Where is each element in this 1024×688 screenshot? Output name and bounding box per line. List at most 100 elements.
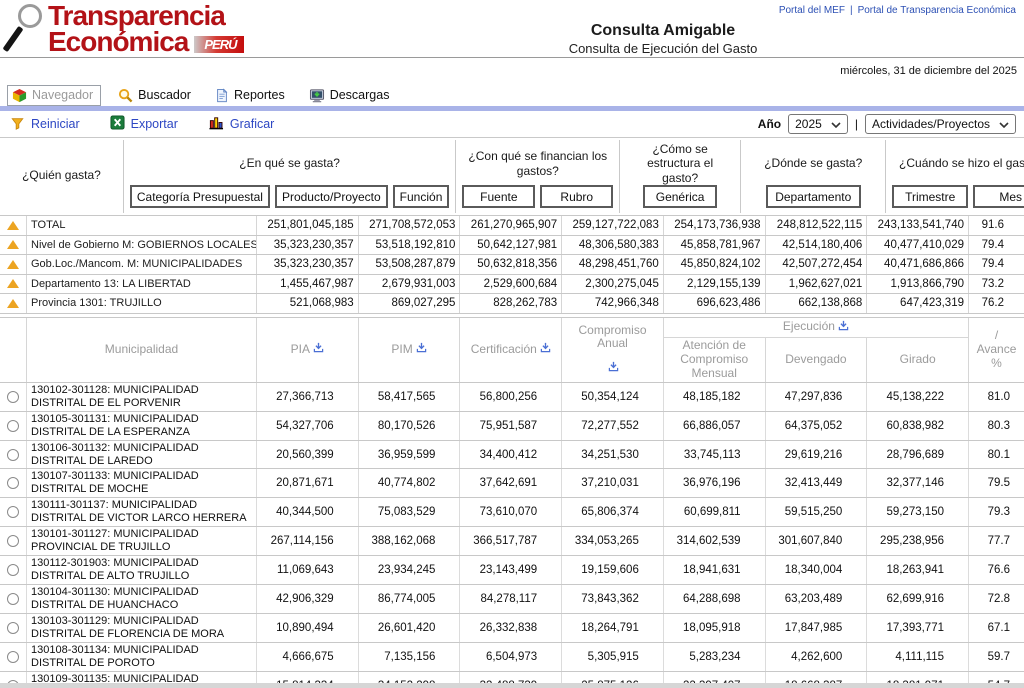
year-select[interactable]: 2025 <box>788 114 848 134</box>
tab-reportes[interactable]: Reportes <box>211 86 292 105</box>
municipality-name-cell: 130103-301129: MUNICIPALIDAD DISTRITAL D… <box>26 614 256 642</box>
col-ejecucion[interactable]: Ejecución <box>663 318 968 338</box>
gold-triangle-icon[interactable] <box>0 216 26 235</box>
summary-row: Nivel de Gobierno M: GOBIERNOS LOCALES 3… <box>0 236 1024 256</box>
col-municipalidad: Municipalidad <box>26 318 256 382</box>
summary-pim: 53,508,287,879 <box>358 255 460 274</box>
pia-value: 54,327,706 <box>256 412 358 440</box>
girado-value: 28,796,689 <box>866 441 968 469</box>
sort-download-icon[interactable] <box>835 320 849 335</box>
col-avance: / Avance % <box>968 318 1024 382</box>
funcion-button[interactable]: Función <box>393 185 450 208</box>
link-portal-mef[interactable]: Portal del MEF <box>779 5 845 16</box>
summary-compromiso-anual: 48,298,451,760 <box>561 255 663 274</box>
pim-value: 36,959,599 <box>358 441 460 469</box>
row-radio-button[interactable] <box>7 391 19 403</box>
graficar-button[interactable]: Graficar <box>208 115 274 133</box>
trimestre-button[interactable]: Trimestre <box>892 185 967 208</box>
col-certificacion[interactable]: Certificación <box>459 318 561 382</box>
sort-download-icon[interactable] <box>413 342 427 357</box>
row-radio-button[interactable] <box>7 593 19 605</box>
municipality-name: 130102-301128: MUNICIPALIDAD DISTRITAL D… <box>27 383 256 411</box>
row-radio-button[interactable] <box>7 622 19 634</box>
girado-value: 45,138,222 <box>866 383 968 411</box>
municipality-name-cell: 130102-301128: MUNICIPALIDAD DISTRITAL D… <box>26 383 256 411</box>
bottom-scrollbar-track[interactable] <box>0 683 1024 688</box>
summary-atencion: 254,173,736,938 <box>663 216 765 235</box>
row-radio-cell <box>0 556 26 584</box>
page-title: Consulta Amigable <box>498 22 828 40</box>
question-donde-gasta: ¿Dónde se gasta? <box>743 142 883 185</box>
link-portal-transparencia[interactable]: Portal de Transparencia Económica <box>858 5 1016 16</box>
row-radio-button[interactable] <box>7 535 19 547</box>
tab-buscador[interactable]: Buscador <box>114 86 198 105</box>
row-radio-cell <box>0 412 26 440</box>
fuente-button[interactable]: Fuente <box>462 185 535 208</box>
summary-avance: 91.6 <box>968 216 1024 235</box>
tab-descargas[interactable]: Descargas <box>305 86 397 105</box>
sort-download-icon[interactable] <box>537 342 551 357</box>
row-radio-button[interactable] <box>7 420 19 432</box>
tab-navegador[interactable]: Navegador <box>7 85 101 106</box>
tab-label: Buscador <box>138 88 191 102</box>
summary-pim: 2,679,931,003 <box>358 275 460 294</box>
certificacion-value: 84,278,117 <box>459 585 561 613</box>
avance-value: 80.3 <box>968 412 1024 440</box>
excel-icon <box>110 115 125 133</box>
atencion-value: 60,699,811 <box>663 498 765 526</box>
departamento-button[interactable]: Departamento <box>766 185 861 208</box>
pim-value: 26,601,420 <box>358 614 460 642</box>
row-radio-button[interactable] <box>7 564 19 576</box>
row-radio-button[interactable] <box>7 477 19 489</box>
row-radio-button[interactable] <box>7 449 19 461</box>
exportar-button[interactable]: Exportar <box>110 115 178 133</box>
row-radio-button[interactable] <box>7 651 19 663</box>
gold-triangle-icon[interactable] <box>0 294 26 313</box>
sort-download-icon[interactable] <box>605 361 619 376</box>
summary-devengado: 42,507,272,454 <box>765 255 867 274</box>
pia-value: 20,871,671 <box>256 469 358 497</box>
document-icon <box>215 88 229 103</box>
rubro-button[interactable]: Rubro <box>540 185 613 208</box>
question-con-que-financian: ¿Con qué se financian los gastos? <box>458 142 617 185</box>
chevron-down-icon <box>999 117 1009 131</box>
gold-triangle-icon[interactable] <box>0 236 26 255</box>
summary-row: Departamento 13: LA LIBERTAD 1,455,467,9… <box>0 275 1024 295</box>
categoria-presupuestal-button[interactable]: Categoría Presupuestal <box>130 185 270 208</box>
summary-compromiso-anual: 2,300,275,045 <box>561 275 663 294</box>
mes-button[interactable]: Mes <box>973 185 1024 208</box>
summary-compromiso-anual: 48,306,580,383 <box>561 236 663 255</box>
logo-text: Transparencia Económica PERÚ <box>48 3 244 55</box>
exportar-label: Exportar <box>131 117 178 131</box>
girado-value: 4,111,115 <box>866 643 968 671</box>
row-radio-button[interactable] <box>7 506 19 518</box>
pia-value: 267,114,156 <box>256 527 358 555</box>
col-pim[interactable]: PIM <box>358 318 460 382</box>
bar-chart-icon <box>208 115 224 133</box>
devengado-value: 32,413,449 <box>765 469 867 497</box>
gold-triangle-icon[interactable] <box>0 275 26 294</box>
row-radio-cell <box>0 614 26 642</box>
avance-value: 77.7 <box>968 527 1024 555</box>
summary-certificacion: 50,632,818,356 <box>459 255 561 274</box>
mode-select[interactable]: Actividades/Proyectos <box>865 114 1016 134</box>
girado-value: 60,838,982 <box>866 412 968 440</box>
girado-value: 32,377,146 <box>866 469 968 497</box>
pim-value: 58,417,565 <box>358 383 460 411</box>
gold-triangle-icon[interactable] <box>0 255 26 274</box>
col-compromiso-anual[interactable]: Compromiso Anual <box>561 318 663 382</box>
avance-value: 67.1 <box>968 614 1024 642</box>
atencion-value: 5,283,234 <box>663 643 765 671</box>
avance-value: 81.0 <box>968 383 1024 411</box>
generica-button[interactable]: Genérica <box>643 185 716 208</box>
radio-column-header <box>0 318 26 382</box>
reiniciar-button[interactable]: Reiniciar <box>10 116 80 133</box>
row-radio-cell <box>0 469 26 497</box>
sort-download-icon[interactable] <box>310 342 324 357</box>
col-pia[interactable]: PIA <box>256 318 358 382</box>
producto-proyecto-button[interactable]: Producto/Proyecto <box>275 185 388 208</box>
certificacion-value: 37,642,691 <box>459 469 561 497</box>
row-radio-cell <box>0 527 26 555</box>
summary-pia: 35,323,230,357 <box>256 236 358 255</box>
municipality-name: 130107-301133: MUNICIPALIDAD DISTRITAL D… <box>27 469 256 497</box>
